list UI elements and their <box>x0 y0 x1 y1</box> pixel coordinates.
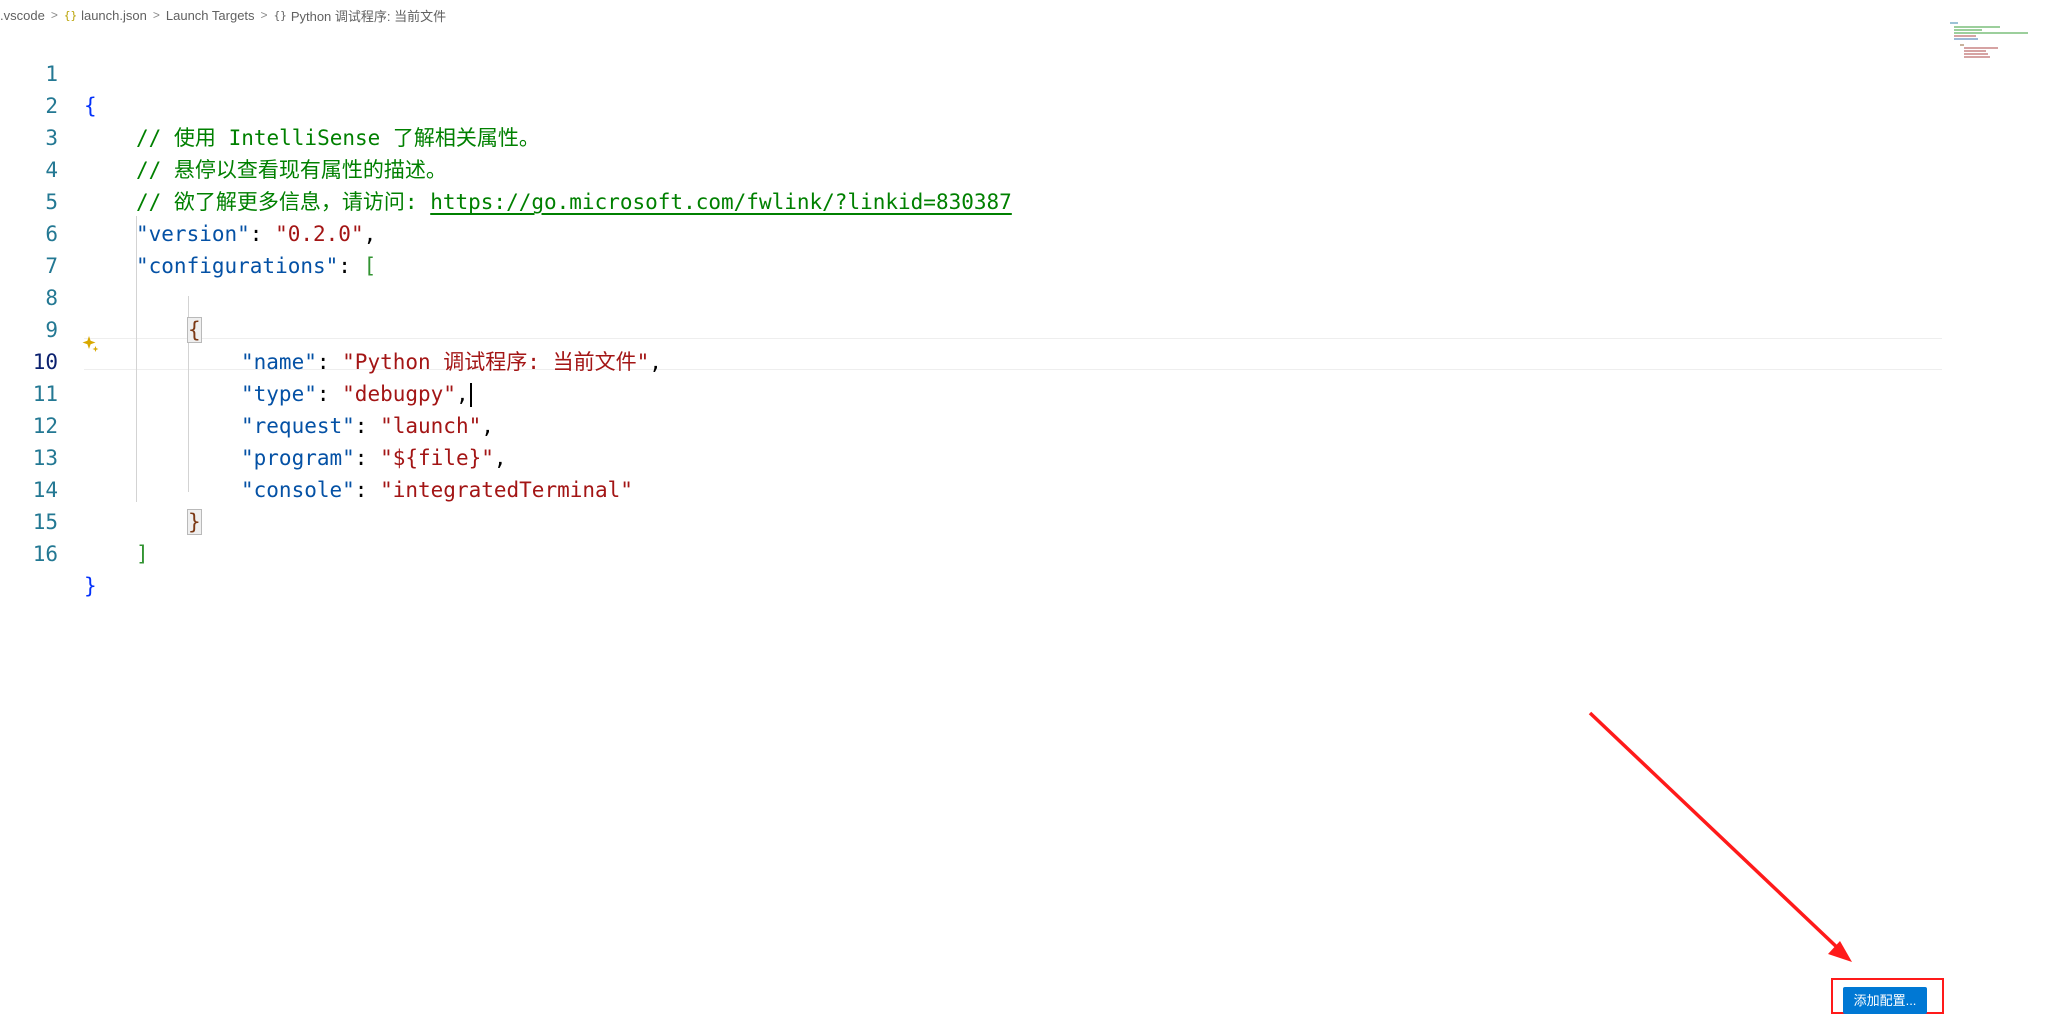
breadcrumb-folder[interactable]: .vscode <box>0 8 45 23</box>
breadcrumb: .vscode > {} launch.json > Launch Target… <box>0 4 446 26</box>
code-line: 1 { <box>0 26 1945 118</box>
code-line: 13 "console": "integratedTerminal" <box>0 410 1945 502</box>
chevron-right-icon: > <box>260 8 268 22</box>
code-token: ] <box>136 538 149 570</box>
code-line: 5 "version": "0.2.0", <box>0 154 1945 246</box>
chevron-right-icon: > <box>152 8 160 22</box>
breadcrumb-item[interactable]: Python 调试程序: 当前文件 <box>291 6 446 25</box>
code-token: } <box>84 574 97 598</box>
code-line: 14 } <box>0 442 1945 535</box>
breadcrumb-file[interactable]: launch.json <box>81 8 147 23</box>
add-configuration-button[interactable]: 添加配置... <box>1843 987 1927 1014</box>
chevron-right-icon: > <box>50 8 58 22</box>
code-line: 11 "request": "launch", <box>0 346 1945 438</box>
code-token: ] <box>136 542 149 566</box>
breadcrumb-section[interactable]: Launch Targets <box>166 8 255 23</box>
code-line: 7 <box>0 218 1945 278</box>
code-line: 3 // 悬停以查看现有属性的描述。 <box>0 90 1945 182</box>
code-line: 6 "configurations": [ <box>0 186 1945 278</box>
code-line-active: 10 "type": "debugpy", <box>0 314 1945 407</box>
code-line: 16 } <box>0 506 1945 598</box>
code-line: 2 // 使用 IntelliSense 了解相关属性。 <box>0 58 1945 150</box>
code-token: } <box>84 570 97 602</box>
code-line: 8 { <box>0 250 1945 343</box>
minimap[interactable] <box>1948 20 2030 60</box>
json-braces-icon: {} <box>63 8 78 22</box>
code-line: 4 // 欲了解更多信息，请访问: https://go.microsoft.c… <box>0 122 1945 214</box>
line-number: 16 <box>32 542 58 566</box>
code-line: 12 "program": "${file}", <box>0 378 1945 470</box>
code-line: 9 "name": "Python 调试程序: 当前文件", <box>0 282 1945 374</box>
object-braces-icon: {} <box>273 8 287 22</box>
code-line: 15 ] <box>0 474 1945 566</box>
